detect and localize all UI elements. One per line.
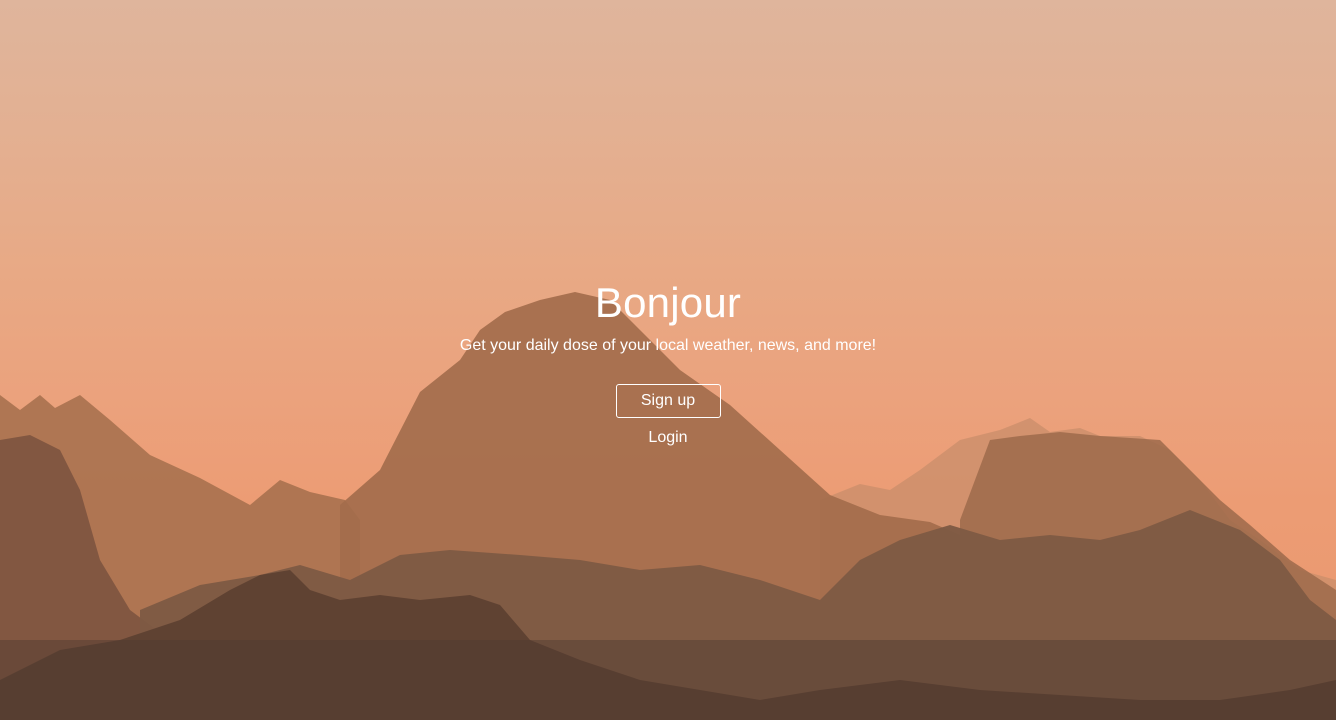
bottom-haze <box>0 640 1336 720</box>
hero-subtitle: Get your daily dose of your local weathe… <box>459 337 877 354</box>
hero-section: Bonjour Get your daily dose of your loca… <box>0 278 1336 450</box>
page-title: Bonjour <box>594 279 742 326</box>
signup-button[interactable]: Sign up <box>615 384 721 418</box>
login-link[interactable]: Login <box>628 426 708 450</box>
landing-page: Bonjour Get your daily dose of your loca… <box>0 0 1336 720</box>
